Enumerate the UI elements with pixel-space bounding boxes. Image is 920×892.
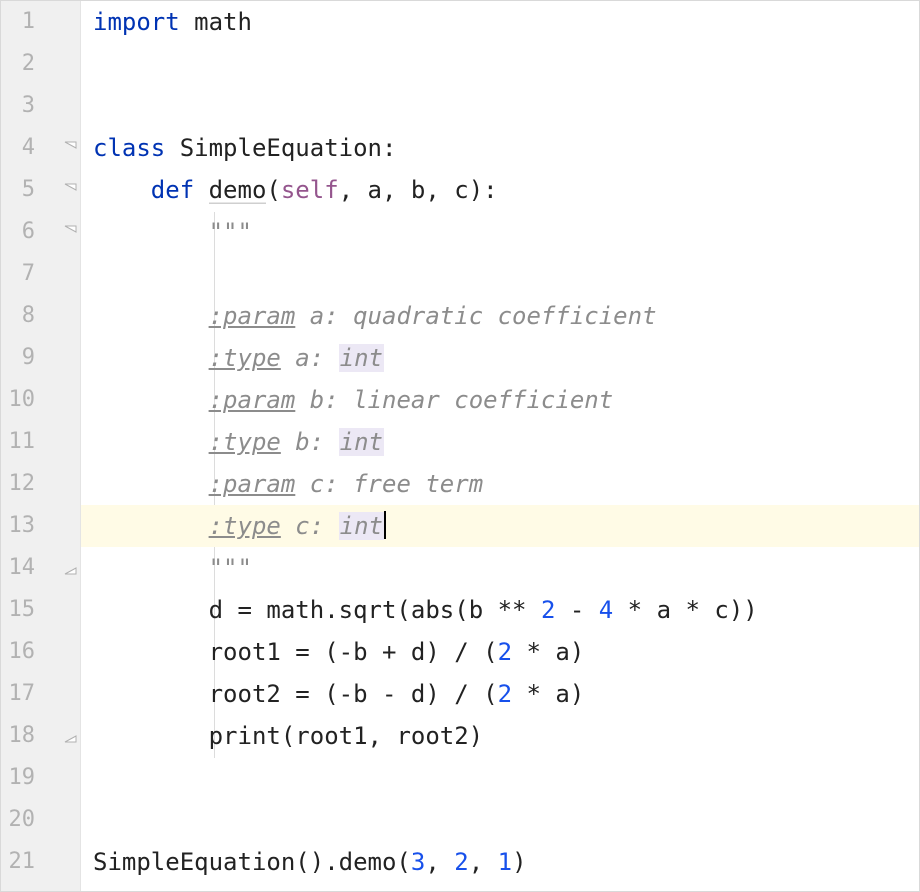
code-area[interactable]: import math class SimpleEquation: def de… <box>81 1 919 891</box>
code-line[interactable]: """ <box>81 547 919 589</box>
line-number: 17 <box>1 673 35 715</box>
line-number: 18 <box>1 715 35 757</box>
line-number: 14 <box>1 547 35 589</box>
code-editor[interactable]: 1 2 3 4 5 6 7 8 9 10 11 12 13 14 <box>0 0 920 892</box>
code-line[interactable]: :type a: int <box>81 337 919 379</box>
line-number: 20 <box>1 799 35 841</box>
code-line[interactable]: :param c: free term <box>81 463 919 505</box>
code-line[interactable]: def demo(self, a, b, c): <box>81 169 919 211</box>
line-number: 19 <box>1 757 35 799</box>
line-number: 1 <box>1 1 35 43</box>
text-caret <box>384 511 386 539</box>
line-number: 5 <box>1 169 35 211</box>
fold-end-icon[interactable] <box>64 729 78 743</box>
gutter: 1 2 3 4 5 6 7 8 9 10 11 12 13 14 <box>1 1 81 891</box>
line-number: 2 <box>1 43 35 85</box>
line-number: 4 <box>1 127 35 169</box>
code-line[interactable]: print(root1, root2) <box>81 715 919 757</box>
line-number: 15 <box>1 589 35 631</box>
code-line-current[interactable]: :type c: int <box>81 505 919 547</box>
code-line[interactable] <box>81 757 919 799</box>
code-line[interactable] <box>81 43 919 85</box>
line-number: 9 <box>1 337 35 379</box>
line-number: 7 <box>1 253 35 295</box>
line-number: 8 <box>1 295 35 337</box>
code-line[interactable]: SimpleEquation().demo(3, 2, 1) <box>81 841 919 883</box>
code-line[interactable]: d = math.sqrt(abs(b ** 2 - 4 * a * c)) <box>81 589 919 631</box>
code-line[interactable]: import math <box>81 1 919 43</box>
line-number: 6 <box>1 211 35 253</box>
line-number: 10 <box>1 379 35 421</box>
code-line[interactable]: """ <box>81 211 919 253</box>
fold-start-icon[interactable] <box>64 141 78 155</box>
code-line[interactable]: :param b: linear coefficient <box>81 379 919 421</box>
code-line[interactable]: root2 = (-b - d) / (2 * a) <box>81 673 919 715</box>
code-line[interactable]: :param a: quadratic coefficient <box>81 295 919 337</box>
code-line[interactable]: :type b: int <box>81 421 919 463</box>
line-number: 13 <box>1 505 35 547</box>
line-number: 16 <box>1 631 35 673</box>
fold-start-icon[interactable] <box>64 183 78 197</box>
code-line[interactable] <box>81 253 919 295</box>
line-number: 21 <box>1 841 35 883</box>
code-line[interactable]: root1 = (-b + d) / (2 * a) <box>81 631 919 673</box>
line-number: 11 <box>1 421 35 463</box>
fold-start-icon[interactable] <box>64 225 78 239</box>
line-number: 12 <box>1 463 35 505</box>
code-line[interactable]: class SimpleEquation: <box>81 127 919 169</box>
code-line[interactable] <box>81 799 919 841</box>
code-line[interactable] <box>81 85 919 127</box>
line-number: 3 <box>1 85 35 127</box>
fold-end-icon[interactable] <box>64 561 78 575</box>
